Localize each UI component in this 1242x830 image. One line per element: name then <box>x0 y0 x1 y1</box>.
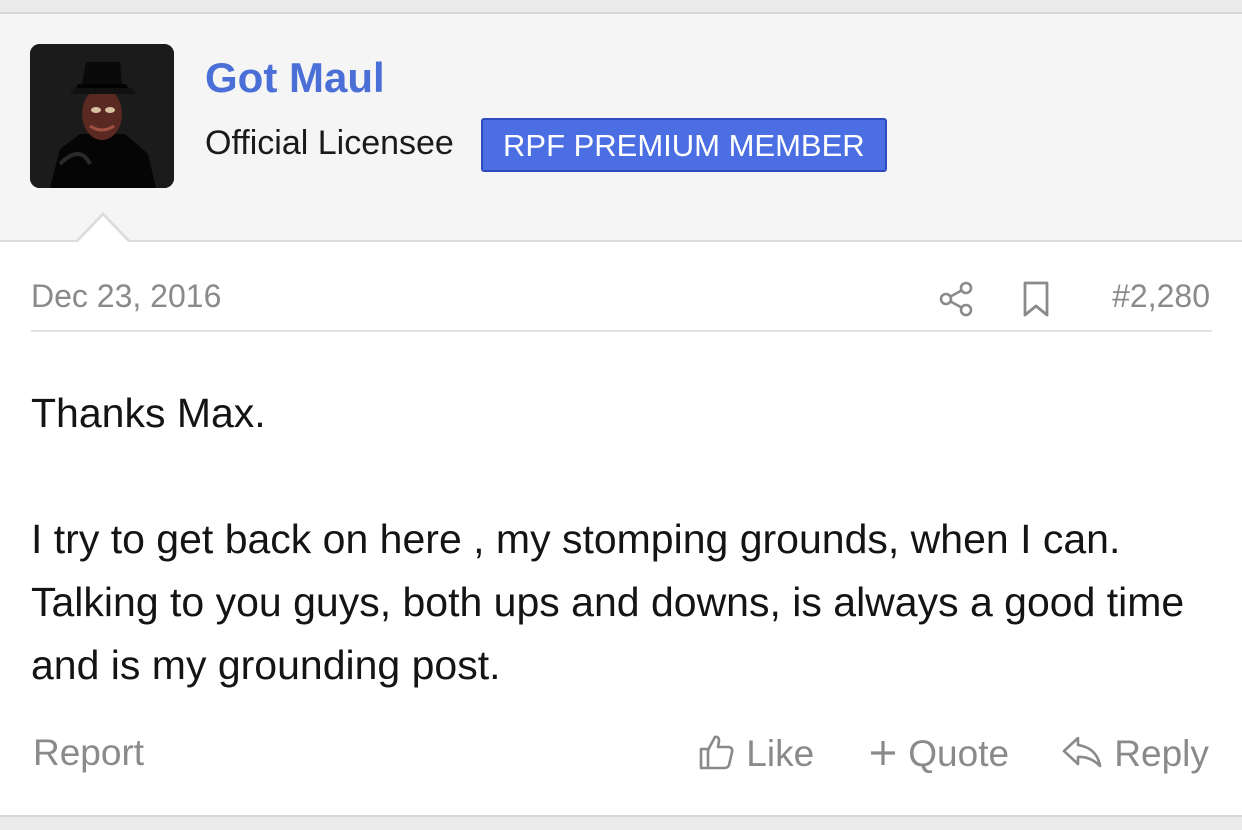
username[interactable]: Got Maul <box>205 54 385 102</box>
header-pointer-fill <box>76 216 130 244</box>
post-date[interactable]: Dec 23, 2016 <box>31 278 221 315</box>
post-number-link[interactable]: #2,280 <box>1098 278 1210 315</box>
like-button[interactable]: Like <box>696 732 814 775</box>
message-paragraph: Thanks Max. <box>31 390 266 436</box>
avatar[interactable] <box>30 44 174 188</box>
user-title: Official Licensee <box>205 124 454 162</box>
like-label: Like <box>746 733 815 774</box>
quote-button[interactable]: Quote <box>868 732 1009 775</box>
forum-post: Got Maul Official Licensee RPF PREMIUM M… <box>0 12 1242 817</box>
thumbs-up-icon <box>699 735 734 770</box>
message-body: Thanks Max. I try to get back on here , … <box>31 382 1212 697</box>
post-user-header: Got Maul Official Licensee RPF PREMIUM M… <box>0 14 1242 242</box>
quote-label: Quote <box>908 733 1010 774</box>
share-icon[interactable] <box>937 280 975 318</box>
avatar-image <box>30 44 174 188</box>
reply-button[interactable]: Reply <box>1060 732 1209 775</box>
report-link[interactable]: Report <box>33 732 144 774</box>
message-paragraph: I try to get back on here , my stomping … <box>31 516 1185 688</box>
bookmark-icon[interactable] <box>1020 280 1052 318</box>
divider <box>31 330 1212 332</box>
plus-icon <box>871 741 895 765</box>
reply-arrow-icon <box>1062 736 1102 768</box>
user-banner: RPF PREMIUM MEMBER <box>481 118 887 172</box>
reply-label: Reply <box>1114 733 1209 774</box>
